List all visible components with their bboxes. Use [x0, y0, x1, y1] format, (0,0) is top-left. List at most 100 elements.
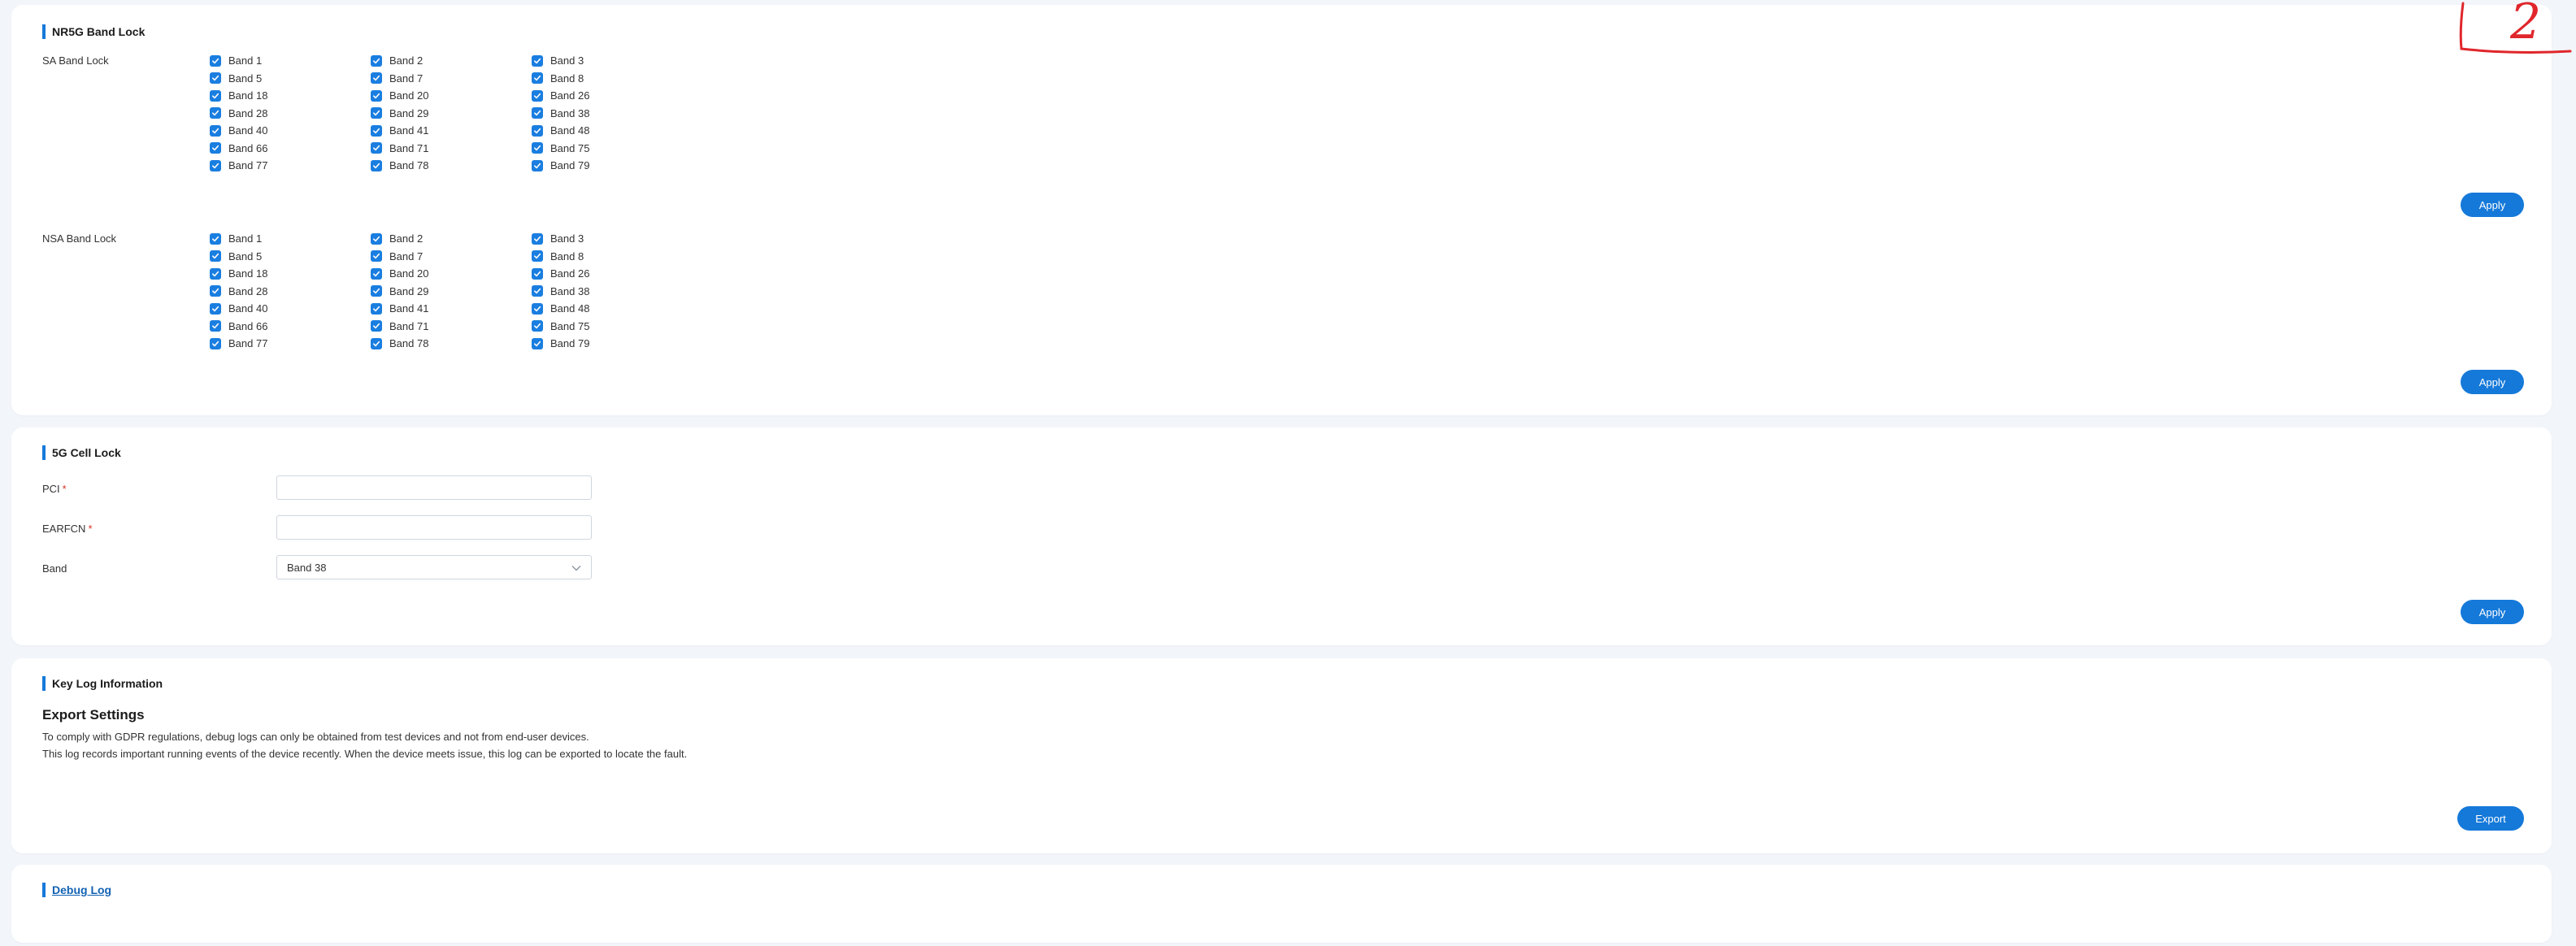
nsa-band-checkbox-item[interactable]: Band 41 — [371, 300, 532, 318]
checkbox-checked-icon[interactable] — [210, 285, 221, 297]
nsa-band-checkbox-item[interactable]: Band 40 — [210, 300, 371, 318]
checkbox-checked-icon[interactable] — [210, 89, 221, 102]
cell-lock-apply-button[interactable]: Apply — [2461, 600, 2524, 624]
sa-band-label: Band 71 — [389, 141, 429, 154]
pci-input[interactable] — [276, 475, 592, 500]
sa-band-checkbox-item[interactable]: Band 3 — [532, 52, 693, 70]
sa-band-checkbox-item[interactable]: Band 2 — [371, 52, 532, 70]
nsa-band-checkbox-item[interactable]: Band 78 — [371, 335, 532, 353]
checkbox-checked-icon[interactable] — [532, 285, 543, 297]
nsa-band-label: Band 40 — [228, 302, 268, 315]
checkbox-checked-icon[interactable] — [532, 320, 543, 332]
checkbox-checked-icon[interactable] — [532, 72, 543, 85]
checkbox-checked-icon[interactable] — [210, 302, 221, 315]
nsa-band-checkbox-item[interactable]: Band 1 — [210, 230, 371, 248]
sa-band-checkbox-item[interactable]: Band 5 — [210, 70, 371, 88]
checkbox-checked-icon[interactable] — [371, 285, 382, 297]
nsa-band-checkbox-item[interactable]: Band 26 — [532, 265, 693, 283]
sa-band-checkbox-item[interactable]: Band 28 — [210, 105, 371, 123]
sa-band-checkbox-item[interactable]: Band 38 — [532, 105, 693, 123]
nsa-band-label: Band 75 — [550, 319, 590, 332]
checkbox-checked-icon[interactable] — [210, 250, 221, 263]
checkbox-checked-icon[interactable] — [371, 72, 382, 85]
nsa-band-checkbox-item[interactable]: Band 20 — [371, 265, 532, 283]
nsa-band-checkbox-item[interactable]: Band 77 — [210, 335, 371, 353]
nsa-band-checkbox-item[interactable]: Band 66 — [210, 318, 371, 336]
checkbox-checked-icon[interactable] — [371, 89, 382, 102]
nsa-band-checkbox-item[interactable]: Band 48 — [532, 300, 693, 318]
earfcn-input[interactable] — [276, 515, 592, 540]
checkbox-checked-icon[interactable] — [210, 54, 221, 67]
nsa-band-checkbox-item[interactable]: Band 7 — [371, 248, 532, 266]
checkbox-checked-icon[interactable] — [532, 159, 543, 171]
checkbox-checked-icon[interactable] — [371, 124, 382, 137]
checkbox-checked-icon[interactable] — [210, 267, 221, 280]
band-label: Band — [42, 562, 67, 575]
checkbox-checked-icon[interactable] — [532, 142, 543, 154]
sa-band-checkbox-item[interactable]: Band 26 — [532, 87, 693, 105]
checkbox-checked-icon[interactable] — [532, 250, 543, 263]
sa-band-checkbox-item[interactable]: Band 29 — [371, 105, 532, 123]
nsa-band-checkbox-item[interactable]: Band 2 — [371, 230, 532, 248]
sa-band-checkbox-item[interactable]: Band 78 — [371, 157, 532, 175]
band-select[interactable]: Band 38 — [276, 555, 592, 579]
checkbox-checked-icon[interactable] — [532, 232, 543, 245]
export-button[interactable]: Export — [2457, 806, 2524, 831]
checkbox-checked-icon[interactable] — [532, 124, 543, 137]
nsa-band-checkbox-item[interactable]: Band 29 — [371, 283, 532, 301]
nsa-apply-button[interactable]: Apply — [2461, 370, 2524, 394]
sa-apply-button[interactable]: Apply — [2461, 193, 2524, 217]
sa-band-checkbox-item[interactable]: Band 41 — [371, 122, 532, 140]
checkbox-checked-icon[interactable] — [532, 337, 543, 349]
sa-band-checkbox-item[interactable]: Band 40 — [210, 122, 371, 140]
checkbox-checked-icon[interactable] — [532, 107, 543, 119]
nsa-band-label: Band 8 — [550, 250, 584, 263]
nsa-band-checkbox-item[interactable]: Band 8 — [532, 248, 693, 266]
checkbox-checked-icon[interactable] — [210, 72, 221, 85]
checkbox-checked-icon[interactable] — [532, 302, 543, 315]
sa-band-checkbox-item[interactable]: Band 77 — [210, 157, 371, 175]
sa-band-checkbox-item[interactable]: Band 75 — [532, 140, 693, 158]
sa-band-checkbox-item[interactable]: Band 1 — [210, 52, 371, 70]
sa-band-checkbox-item[interactable]: Band 18 — [210, 87, 371, 105]
checkbox-checked-icon[interactable] — [371, 250, 382, 263]
sa-band-checkbox-item[interactable]: Band 79 — [532, 157, 693, 175]
sa-band-label: Band 41 — [389, 124, 429, 137]
nsa-band-checkbox-item[interactable]: Band 28 — [210, 283, 371, 301]
checkbox-checked-icon[interactable] — [371, 267, 382, 280]
sa-band-checkbox-item[interactable]: Band 20 — [371, 87, 532, 105]
nsa-band-checkbox-item[interactable]: Band 79 — [532, 335, 693, 353]
nsa-band-checkbox-item[interactable]: Band 5 — [210, 248, 371, 266]
sa-band-checkbox-item[interactable]: Band 71 — [371, 140, 532, 158]
sa-band-checkbox-item[interactable]: Band 48 — [532, 122, 693, 140]
checkbox-checked-icon[interactable] — [210, 232, 221, 245]
checkbox-checked-icon[interactable] — [371, 320, 382, 332]
checkbox-checked-icon[interactable] — [210, 320, 221, 332]
checkbox-checked-icon[interactable] — [210, 159, 221, 171]
nsa-band-checkbox-item[interactable]: Band 75 — [532, 318, 693, 336]
checkbox-checked-icon[interactable] — [371, 142, 382, 154]
checkbox-checked-icon[interactable] — [371, 107, 382, 119]
checkbox-checked-icon[interactable] — [371, 302, 382, 315]
checkbox-checked-icon[interactable] — [371, 337, 382, 349]
nsa-band-checkbox-item[interactable]: Band 38 — [532, 283, 693, 301]
sa-band-checkbox-item[interactable]: Band 8 — [532, 70, 693, 88]
debug-log-title[interactable]: Debug Log — [42, 883, 111, 897]
sa-band-checkbox-item[interactable]: Band 7 — [371, 70, 532, 88]
checkbox-checked-icon[interactable] — [371, 54, 382, 67]
checkbox-checked-icon[interactable] — [371, 159, 382, 171]
checkbox-checked-icon[interactable] — [210, 142, 221, 154]
checkbox-checked-icon[interactable] — [532, 54, 543, 67]
checkbox-checked-icon[interactable] — [532, 267, 543, 280]
nsa-band-checkbox-item[interactable]: Band 3 — [532, 230, 693, 248]
nsa-band-checkbox-item[interactable]: Band 71 — [371, 318, 532, 336]
nsa-band-checkbox-item[interactable]: Band 18 — [210, 265, 371, 283]
checkbox-checked-icon[interactable] — [371, 232, 382, 245]
checkbox-checked-icon[interactable] — [532, 89, 543, 102]
debug-log-link[interactable]: Debug Log — [52, 883, 111, 896]
checkbox-checked-icon[interactable] — [210, 124, 221, 137]
checkbox-checked-icon[interactable] — [210, 107, 221, 119]
checkbox-checked-icon[interactable] — [210, 337, 221, 349]
nsa-band-label: Band 5 — [228, 250, 263, 263]
sa-band-checkbox-item[interactable]: Band 66 — [210, 140, 371, 158]
